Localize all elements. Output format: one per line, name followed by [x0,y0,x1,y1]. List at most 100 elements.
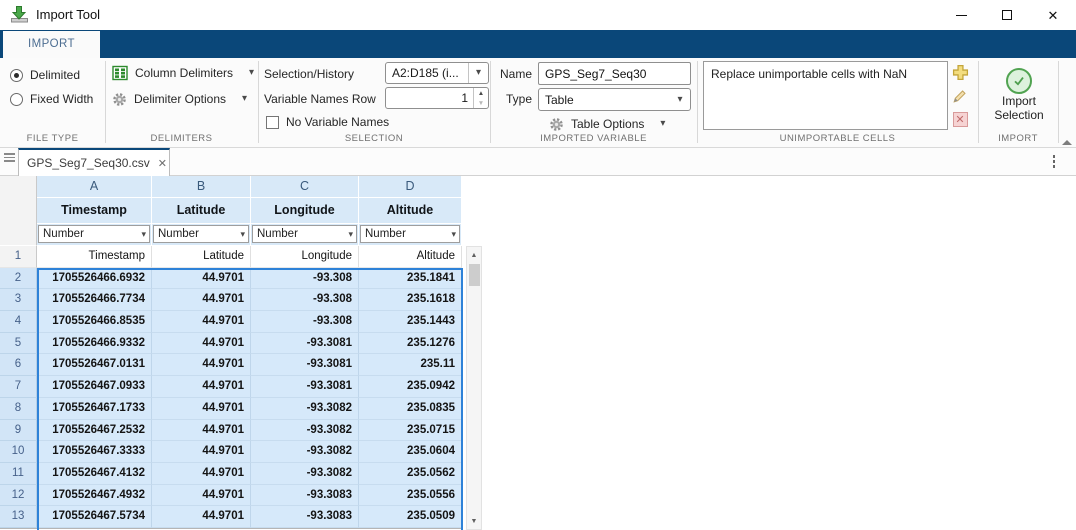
grid-cell[interactable]: 44.9701 [152,420,251,442]
vertical-scrollbar[interactable]: ▲ ▼ [466,246,482,530]
grid-cell[interactable]: 1705526467.0933 [37,376,152,398]
tab-close-icon[interactable]: ✕ [158,157,167,170]
grid-cell[interactable]: 1705526467.1733 [37,398,152,420]
grid-cell[interactable]: 1705526466.8535 [37,311,152,333]
scrollbar-thumb[interactable] [469,264,480,286]
grid-cell[interactable]: Longitude [251,246,359,268]
grid-cell[interactable]: 44.9701 [152,268,251,290]
column-header-b[interactable]: B [152,176,251,198]
grid-cell[interactable]: 1705526466.9332 [37,333,152,355]
grid-cell[interactable]: -93.3083 [251,506,359,528]
grid-cell[interactable]: -93.3082 [251,463,359,485]
grid-cell[interactable]: Altitude [359,246,462,268]
column-type-dropdown[interactable]: Number▾ [38,225,150,243]
grid-cell[interactable]: -93.308 [251,268,359,290]
grid-cell[interactable]: 44.9701 [152,485,251,507]
grid-cell[interactable]: 1705526467.3333 [37,441,152,463]
radio-fixed-width-circle[interactable] [10,93,23,106]
grid-cell[interactable]: Latitude [152,246,251,268]
grid-cell[interactable]: 235.0942 [359,376,462,398]
column-type-dropdown[interactable]: Number▾ [153,225,249,243]
document-tab[interactable]: GPS_Seg7_Seq30.csv ✕ [18,148,170,176]
grid-cell[interactable]: 1705526467.5734 [37,506,152,528]
row-header[interactable]: 11 [0,463,37,485]
minimize-button[interactable] [938,0,984,30]
grid-cell[interactable]: 1705526467.4932 [37,485,152,507]
grid-cell[interactable]: 44.9701 [152,441,251,463]
spinner-down-icon[interactable]: ▼ [474,98,488,108]
grid-cell[interactable]: 235.0604 [359,441,462,463]
row-header[interactable]: 4 [0,311,37,333]
tab-import[interactable]: IMPORT [3,31,100,58]
row-header[interactable]: 5 [0,333,37,355]
table-options-button[interactable]: Table Options ▾ [549,115,665,133]
column-type-dropdown[interactable]: Number▾ [360,225,460,243]
more-options-icon[interactable] [1052,155,1056,168]
column-delimiters-button[interactable]: Column Delimiters ▾ [112,64,254,82]
selection-history-dropdown[interactable]: A2:D185 (i... ▾ [385,62,489,84]
grid-cell[interactable]: 235.0509 [359,506,462,528]
import-selection-button[interactable]: Import Selection [980,60,1058,132]
add-rule-button[interactable] [951,63,969,81]
grid-cell[interactable]: -93.308 [251,289,359,311]
radio-fixed-width[interactable]: Fixed Width [10,90,93,108]
collapse-ribbon-button[interactable] [1062,126,1074,136]
row-header[interactable]: 8 [0,398,37,420]
grid-cell[interactable]: -93.3081 [251,333,359,355]
column-type-dropdown[interactable]: Number▾ [252,225,357,243]
variable-names-row-stepper[interactable]: 1 ▲ ▼ [385,87,489,109]
row-header[interactable]: 12 [0,485,37,507]
scroll-down-icon[interactable]: ▼ [467,513,481,529]
grid-cell[interactable]: 235.1841 [359,268,462,290]
grid-cell[interactable]: 235.0562 [359,463,462,485]
grid-cell[interactable]: 44.9701 [152,398,251,420]
grid-cell[interactable]: 235.1276 [359,333,462,355]
grid-cell[interactable]: 235.1443 [359,311,462,333]
grid-cell[interactable]: Timestamp [37,246,152,268]
checkbox-box[interactable] [266,116,279,129]
row-header[interactable]: 6 [0,354,37,376]
column-header-a[interactable]: A [37,176,152,198]
maximize-button[interactable] [984,0,1030,30]
grid-cell[interactable]: 44.9701 [152,289,251,311]
grid-cell[interactable]: 44.9701 [152,463,251,485]
grid-cell[interactable]: 235.0715 [359,420,462,442]
grid-cell[interactable]: -93.3082 [251,420,359,442]
delete-rule-button[interactable]: ✕ [951,110,969,128]
grid-cell[interactable]: 235.11 [359,354,462,376]
row-header[interactable]: 13 [0,506,37,528]
scroll-up-icon[interactable]: ▲ [467,247,481,263]
spinner-up-icon[interactable]: ▲ [474,88,488,98]
edit-rule-button[interactable] [951,87,969,105]
tab-list-icon[interactable] [4,153,15,162]
grid-cell[interactable]: -93.3082 [251,398,359,420]
row-header[interactable]: 1 [0,246,37,268]
row-header[interactable]: 7 [0,376,37,398]
grid-cell[interactable]: -93.308 [251,311,359,333]
grid-cell[interactable]: 44.9701 [152,333,251,355]
column-header-c[interactable]: C [251,176,359,198]
grid-cell[interactable]: 235.1618 [359,289,462,311]
column-header-d[interactable]: D [359,176,462,198]
close-button[interactable]: ✕ [1030,0,1076,30]
radio-delimited[interactable]: Delimited [10,66,80,84]
unimportable-rule-item[interactable]: Replace unimportable cells with NaN [704,62,947,86]
row-header[interactable]: 10 [0,441,37,463]
grid-cell[interactable]: 44.9701 [152,354,251,376]
grid-cell[interactable]: 44.9701 [152,506,251,528]
grid-cell[interactable]: 44.9701 [152,311,251,333]
row-header[interactable]: 2 [0,268,37,290]
grid-cell[interactable]: -93.3083 [251,485,359,507]
row-header[interactable]: 3 [0,289,37,311]
grid-cell[interactable]: 1705526467.2532 [37,420,152,442]
row-header[interactable]: 9 [0,420,37,442]
grid-cell[interactable]: 1705526467.0131 [37,354,152,376]
radio-delimited-circle[interactable] [10,69,23,82]
grid-cell[interactable]: 44.9701 [152,376,251,398]
grid-cell[interactable]: -93.3082 [251,441,359,463]
grid-cell[interactable]: -93.3081 [251,354,359,376]
grid-cell[interactable]: 1705526466.7734 [37,289,152,311]
grid-cell[interactable]: 1705526466.6932 [37,268,152,290]
grid-cell[interactable]: 235.0835 [359,398,462,420]
grid-cell[interactable]: 235.0556 [359,485,462,507]
